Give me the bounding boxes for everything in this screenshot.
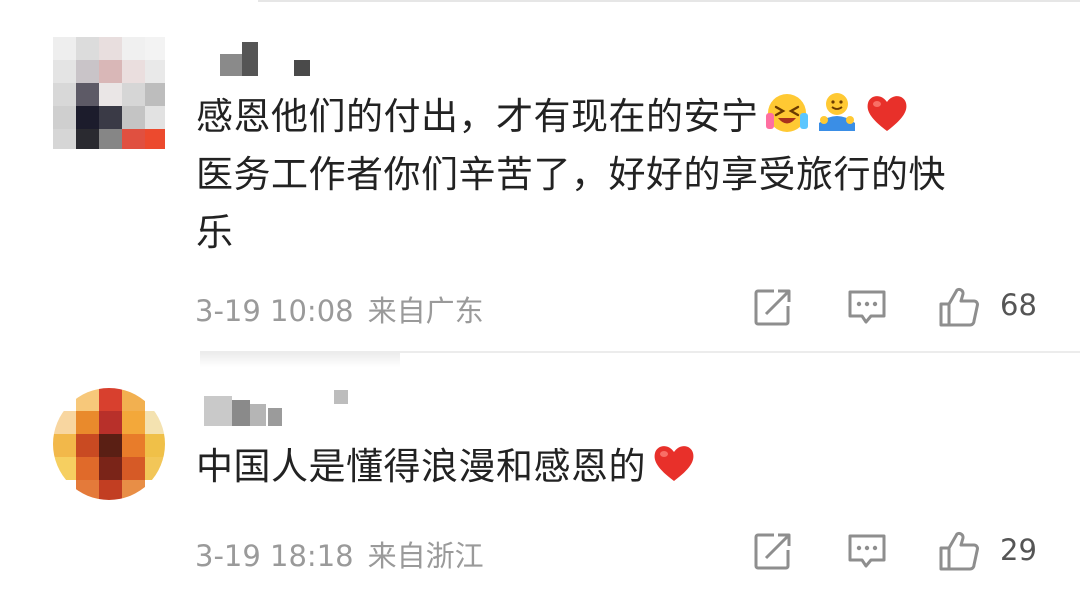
- thumbs-up-icon[interactable]: [938, 286, 980, 328]
- comment-line: 医务工作者你们辛苦了，好好的享受旅行的快: [196, 153, 946, 196]
- red-heart-emoji: [654, 446, 694, 481]
- avatar[interactable]: [53, 388, 165, 500]
- username[interactable]: [198, 36, 338, 76]
- location: 来自浙江: [367, 539, 484, 573]
- comment-text: 中国人是懂得浪漫和感恩的: [196, 438, 1056, 496]
- comment-item: 感恩他们的付出，才有现在的安宁 医务工作者你们辛苦了，好好的享受旅行的快 乐 3…: [0, 0, 1080, 350]
- comment-meta: 3-19 18:18 来自浙江: [195, 533, 484, 575]
- timestamp: 3-19 18:18: [195, 539, 354, 573]
- comment-line: 感恩他们的付出，才有现在的安宁: [196, 95, 759, 138]
- comment-line: 乐: [196, 211, 234, 254]
- comment-line: 中国人是懂得浪漫和感恩的: [196, 445, 646, 488]
- repost-icon[interactable]: [752, 286, 794, 328]
- comment-item: 中国人是懂得浪漫和感恩的 3-19 18:18 来自浙江 29: [0, 354, 1080, 593]
- timestamp: 3-19 10:08: [195, 294, 354, 328]
- laughing-tears-emoji: [765, 94, 808, 132]
- comment-meta: 3-19 10:08 来自广东: [195, 288, 484, 330]
- username[interactable]: [198, 388, 358, 428]
- comment-text: 感恩他们的付出，才有现在的安宁 医务工作者你们辛苦了，好好的享受旅行的快 乐: [196, 88, 1056, 262]
- hug-emoji: [818, 93, 855, 131]
- avatar[interactable]: [53, 37, 165, 149]
- repost-icon[interactable]: [752, 530, 794, 572]
- like-count: 68: [1000, 288, 1037, 322]
- like-count: 29: [1000, 533, 1037, 567]
- location: 来自广东: [367, 294, 484, 328]
- red-heart-emoji: [867, 96, 906, 131]
- thumbs-up-icon[interactable]: [938, 530, 980, 572]
- comment-icon[interactable]: [846, 286, 888, 328]
- comment-icon[interactable]: [846, 530, 888, 572]
